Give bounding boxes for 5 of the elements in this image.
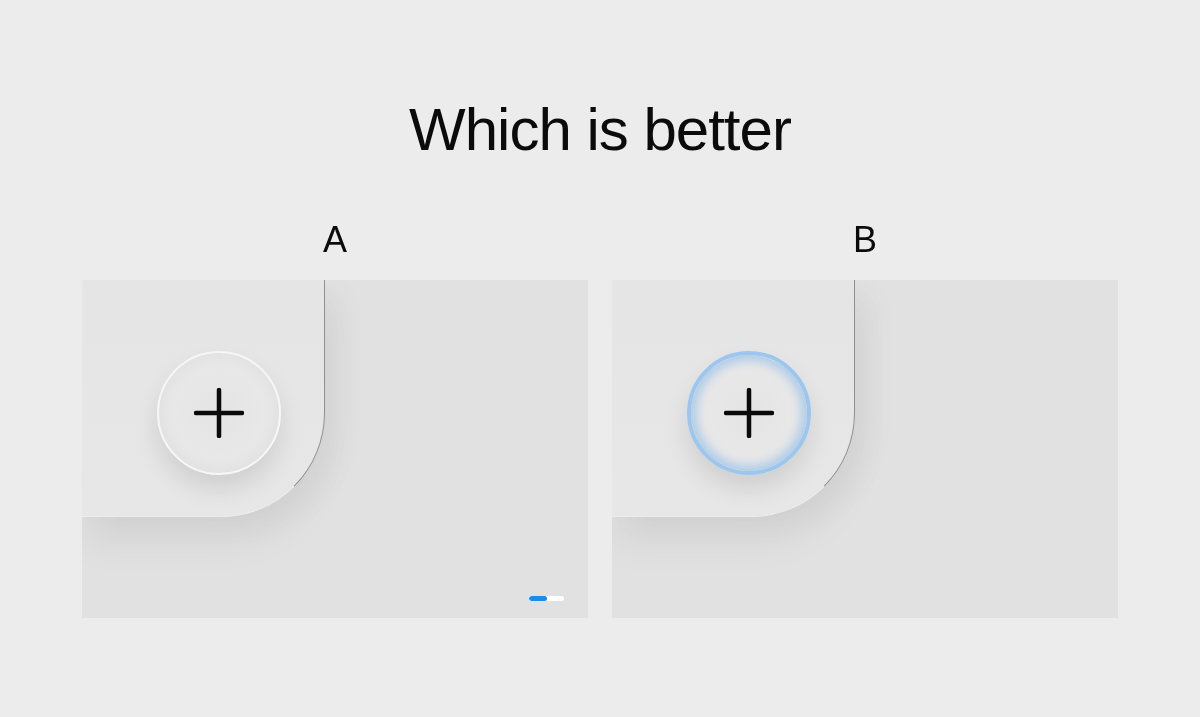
option-label: A (323, 218, 347, 261)
option-label: B (853, 218, 877, 261)
plus-icon (194, 388, 244, 438)
plus-icon (724, 388, 774, 438)
page-title: Which is better (409, 95, 791, 165)
